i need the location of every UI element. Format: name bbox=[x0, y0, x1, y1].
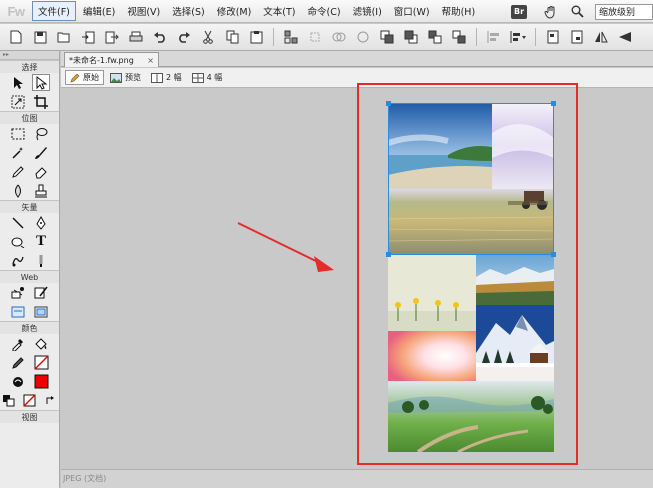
status-text: JPEG (文档) bbox=[63, 474, 107, 483]
status-bar: JPEG (文档) bbox=[61, 469, 653, 488]
highlight-frame bbox=[357, 83, 578, 465]
